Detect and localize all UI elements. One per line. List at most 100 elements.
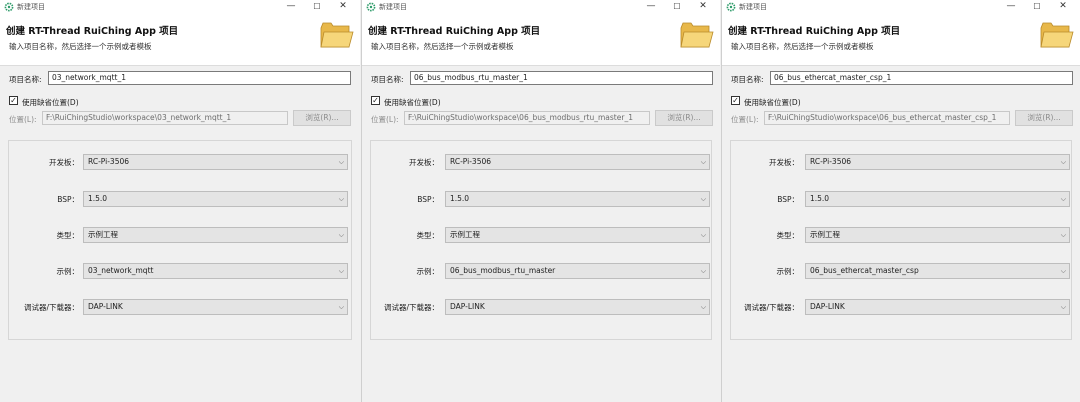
chevron-down-icon: ⌵ <box>1060 158 1066 166</box>
minimize-button[interactable]: — <box>278 0 304 14</box>
window-titlebar[interactable]: 新建项目 — ☐ ✕ <box>0 0 360 14</box>
new-project-dialog-3: 新建项目 — ☐ ✕ 创建 RT-Thread RuiChing App 项目 … <box>721 0 1080 402</box>
debugger-label: 调试器/下载器： <box>743 303 799 312</box>
window-titlebar[interactable]: 新建项目 — ☐ ✕ <box>362 0 720 14</box>
example-label: 示例： <box>416 267 440 276</box>
bsp-select[interactable]: 1.5.0 ⌵ <box>805 191 1070 207</box>
example-select[interactable]: 03_network_mqtt ⌵ <box>83 263 348 279</box>
chevron-down-icon: ⌵ <box>338 195 344 203</box>
board-value: RC-Pi-3506 <box>88 157 130 166</box>
minimize-button[interactable]: — <box>638 0 664 14</box>
chevron-down-icon: ⌵ <box>1060 231 1066 239</box>
new-project-dialog-1: 新建项目 — ☐ ✕ 创建 RT-Thread RuiChing App 项目 … <box>0 0 360 402</box>
debugger-value: DAP-LINK <box>810 302 845 311</box>
example-label: 示例： <box>776 267 800 276</box>
maximize-button[interactable]: ☐ <box>304 0 330 14</box>
use-default-location-label: 使用缺省位置(D) <box>744 98 801 107</box>
location-label: 位置(L): <box>731 115 759 124</box>
chevron-down-icon: ⌵ <box>700 158 706 166</box>
board-select[interactable]: RC-Pi-3506 ⌵ <box>445 154 710 170</box>
board-select[interactable]: RC-Pi-3506 ⌵ <box>805 154 1070 170</box>
chevron-down-icon: ⌵ <box>1060 303 1066 311</box>
chevron-down-icon: ⌵ <box>700 195 706 203</box>
wizard-header: 创建 RT-Thread RuiChing App 项目 输入项目名称，然后选择… <box>362 14 720 66</box>
type-value: 示例工程 <box>88 230 118 239</box>
project-options-panel: 开发板： RC-Pi-3506 ⌵ BSP： 1.5.0 ⌵ 类型： 示例工程 ⌵ 示… <box>730 140 1072 340</box>
close-button[interactable]: ✕ <box>330 0 356 14</box>
wizard-title: 创建 RT-Thread RuiChing App 项目 <box>6 26 179 37</box>
use-default-location-checkbox[interactable]: ✓ <box>9 96 18 105</box>
window-title: 新建项目 <box>739 3 767 11</box>
chevron-down-icon: ⌵ <box>700 303 706 311</box>
type-label: 类型： <box>416 231 440 240</box>
browse-button[interactable]: 浏览(R)... <box>655 110 713 126</box>
wizard-header: 创建 RT-Thread RuiChing App 项目 输入项目名称，然后选择… <box>0 14 360 66</box>
bsp-label: BSP： <box>777 195 799 204</box>
gear-icon <box>366 2 376 12</box>
project-options-panel: 开发板： RC-Pi-3506 ⌵ BSP： 1.5.0 ⌵ 类型： 示例工程 ⌵ 示… <box>370 140 712 340</box>
chevron-down-icon: ⌵ <box>700 231 706 239</box>
project-name-input[interactable]: 06_bus_modbus_rtu_master_1 <box>410 71 713 85</box>
bsp-label: BSP： <box>417 195 439 204</box>
chevron-down-icon: ⌵ <box>1060 267 1066 275</box>
minimize-button[interactable]: — <box>998 0 1024 14</box>
bsp-value: 1.5.0 <box>810 194 830 203</box>
type-value: 示例工程 <box>810 230 840 239</box>
debugger-label: 调试器/下载器： <box>23 303 79 312</box>
window-titlebar[interactable]: 新建项目 — ☐ ✕ <box>722 0 1080 14</box>
project-name-input[interactable]: 06_bus_ethercat_master_csp_1 <box>770 71 1073 85</box>
debugger-select[interactable]: DAP-LINK ⌵ <box>445 299 710 315</box>
project-name-label: 项目名称: <box>9 75 42 84</box>
board-label: 开发板： <box>409 158 439 167</box>
type-label: 类型： <box>776 231 800 240</box>
maximize-button[interactable]: ☐ <box>1024 0 1050 14</box>
use-default-location-label: 使用缺省位置(D) <box>384 98 441 107</box>
bsp-select[interactable]: 1.5.0 ⌵ <box>83 191 348 207</box>
debugger-select[interactable]: DAP-LINK ⌵ <box>805 299 1070 315</box>
board-value: RC-Pi-3506 <box>450 157 492 166</box>
bsp-value: 1.5.0 <box>88 194 108 203</box>
browse-button[interactable]: 浏览(R)... <box>1015 110 1073 126</box>
gear-icon <box>726 2 736 12</box>
type-value: 示例工程 <box>450 230 480 239</box>
location-input[interactable]: F:\RuiChingStudio\workspace\06_bus_ether… <box>764 111 1010 125</box>
example-value: 03_network_mqtt <box>88 266 154 275</box>
project-name-input[interactable]: 03_network_mqtt_1 <box>48 71 351 85</box>
debugger-label: 调试器/下载器： <box>383 303 439 312</box>
gear-icon <box>4 2 14 12</box>
window-title: 新建项目 <box>379 3 407 11</box>
example-select[interactable]: 06_bus_ethercat_master_csp ⌵ <box>805 263 1070 279</box>
chevron-down-icon: ⌵ <box>338 231 344 239</box>
location-input[interactable]: F:\RuiChingStudio\workspace\06_bus_modbu… <box>404 111 650 125</box>
use-default-location-checkbox[interactable]: ✓ <box>371 96 380 105</box>
bsp-label: BSP： <box>57 195 79 204</box>
type-select[interactable]: 示例工程 ⌵ <box>805 227 1070 243</box>
board-label: 开发板： <box>769 158 799 167</box>
maximize-button[interactable]: ☐ <box>664 0 690 14</box>
close-button[interactable]: ✕ <box>690 0 716 14</box>
wizard-title: 创建 RT-Thread RuiChing App 项目 <box>368 26 541 37</box>
example-value: 06_bus_modbus_rtu_master <box>450 266 556 275</box>
folder-icon <box>1040 22 1074 48</box>
board-label: 开发板： <box>49 158 79 167</box>
debugger-select[interactable]: DAP-LINK ⌵ <box>83 299 348 315</box>
type-select[interactable]: 示例工程 ⌵ <box>445 227 710 243</box>
board-value: RC-Pi-3506 <box>810 157 852 166</box>
folder-icon <box>320 22 354 48</box>
wizard-header: 创建 RT-Thread RuiChing App 项目 输入项目名称，然后选择… <box>722 14 1080 66</box>
project-name-label: 项目名称: <box>371 75 404 84</box>
example-value: 06_bus_ethercat_master_csp <box>810 266 919 275</box>
wizard-description: 输入项目名称，然后选择一个示例或者模板 <box>731 42 874 51</box>
chevron-down-icon: ⌵ <box>338 267 344 275</box>
location-input[interactable]: F:\RuiChingStudio\workspace\03_network_m… <box>42 111 288 125</box>
new-project-dialog-2: 新建项目 — ☐ ✕ 创建 RT-Thread RuiChing App 项目 … <box>361 0 720 402</box>
use-default-location-checkbox[interactable]: ✓ <box>731 96 740 105</box>
bsp-select[interactable]: 1.5.0 ⌵ <box>445 191 710 207</box>
debugger-value: DAP-LINK <box>88 302 123 311</box>
example-select[interactable]: 06_bus_modbus_rtu_master ⌵ <box>445 263 710 279</box>
browse-button[interactable]: 浏览(R)... <box>293 110 351 126</box>
board-select[interactable]: RC-Pi-3506 ⌵ <box>83 154 348 170</box>
type-select[interactable]: 示例工程 ⌵ <box>83 227 348 243</box>
bsp-value: 1.5.0 <box>450 194 470 203</box>
close-button[interactable]: ✕ <box>1050 0 1076 14</box>
